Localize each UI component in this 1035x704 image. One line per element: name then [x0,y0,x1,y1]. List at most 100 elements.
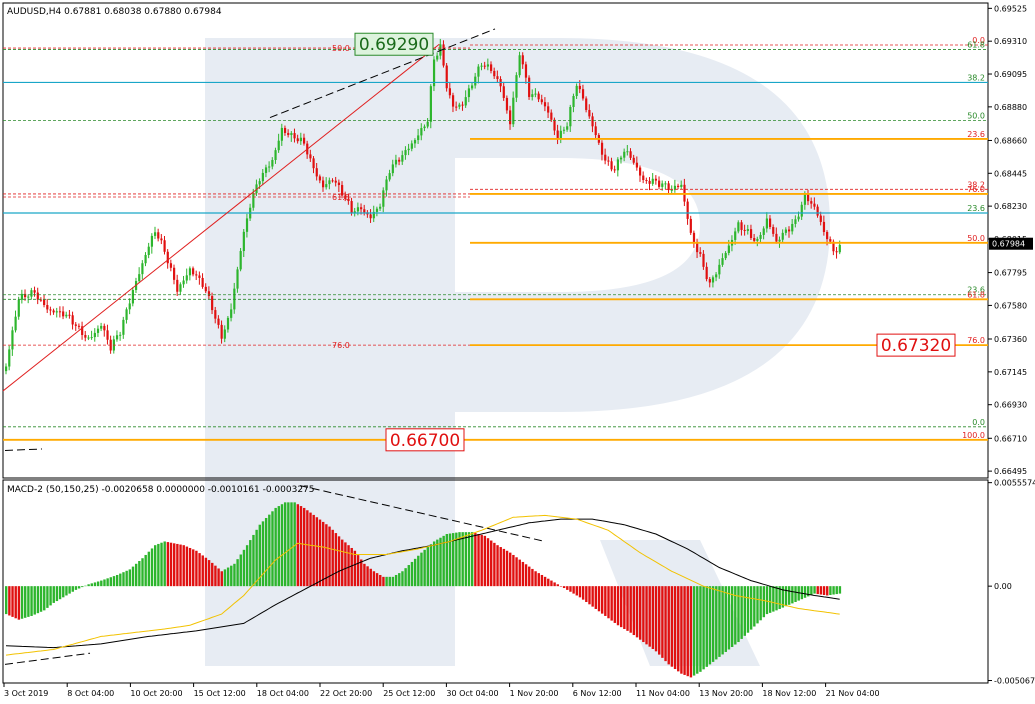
macd-bar [74,586,78,590]
x-tick-label: 30 Oct 04:00 [446,689,498,698]
macd-bar [404,568,407,587]
macd-bar [575,586,578,596]
candle-body [299,137,303,142]
candle-body [407,148,410,151]
candle-body [490,64,493,71]
macd-bar [410,561,414,587]
candle-body [493,70,496,77]
candle-body [470,85,474,89]
candle-body [575,85,578,97]
candle-body [182,280,185,285]
macd-bar [36,586,40,614]
macd-bar [496,545,499,587]
candle-body [93,332,96,338]
macd-bar [173,543,176,587]
macd-bar [299,506,303,587]
macd-bar [566,586,569,590]
trading-chart[interactable]: 50.061.876.00.061.838.250.023.638.276.02… [0,0,1035,704]
macd-bar [645,586,648,645]
macd-bar [753,586,756,627]
macd-bar [128,569,132,587]
y-tick-label: 0.66495 [994,467,1027,476]
candle-body [239,251,242,270]
candle-body [521,55,524,65]
macd-bar [626,586,629,631]
candle-body [474,76,477,86]
symbol-info: AUDUSD,H4 0.67881 0.68038 0.67880 0.6798… [7,7,222,17]
macd-bar [138,561,141,587]
candle-body [185,275,188,281]
candle-body [791,223,794,232]
candle-body [547,106,550,113]
price-label-text: 0.66700 [390,431,460,451]
candle-body [819,215,822,222]
candle-body [385,179,388,191]
candle-body [360,207,363,210]
x-tick-label: 25 Oct 12:00 [383,689,435,698]
macd-bar [223,569,227,587]
macd-bar [109,577,113,587]
macd-bar [233,563,236,587]
macd-bar [52,586,55,603]
candle-body [540,99,543,103]
price-label-text: 0.67320 [881,336,951,356]
macd-bar [477,534,480,587]
macd-bar [711,586,715,662]
macd-bar [604,586,607,616]
candle-body [214,310,217,319]
candle-body [404,150,407,156]
candle-body [461,104,464,106]
candle-body [382,190,385,207]
x-tick-label: 6 Nov 12:00 [573,689,622,698]
macd-bar [737,586,740,643]
candle-body [505,97,509,111]
candle-body [179,284,182,292]
macd-bar [797,586,800,601]
candle-body [261,172,264,182]
macd-bar [486,538,490,587]
macd-bar [521,561,525,587]
macd-bar [84,585,87,587]
macd-bar [619,586,623,628]
macd-bar [743,586,747,636]
macd-bar [81,586,84,588]
macd-bar [600,586,604,614]
candle-body [52,310,55,313]
candle-body [658,180,661,187]
fibo-level-label: 100.0 [962,431,985,440]
macd-bar [239,554,242,587]
macd-bar [654,586,658,652]
macd-bar [686,586,689,677]
candle-body [160,238,163,241]
candle-body [27,296,30,298]
macd-bar [531,568,534,587]
candle-body [661,183,664,187]
macd-bar [344,542,347,587]
macd-label: MACD-2 (50,150,25) -0.0020658 0.0000000 … [7,485,315,495]
macd-bar [87,584,90,587]
macd-bar [211,562,214,587]
candle-body [122,319,125,335]
macd-bar [417,555,420,587]
price-label-text: 0.69290 [359,35,429,55]
macd-bar [163,541,166,587]
candle-body [829,239,832,242]
macd-bar [188,547,192,587]
candle-body [337,182,341,186]
candle-body [778,239,781,242]
candle-body [451,95,455,107]
macd-bar [426,547,430,587]
macd-bar [813,586,816,594]
macd-bar [677,586,680,672]
candle-body [131,290,134,304]
macd-bar [505,550,509,587]
macd-bar [420,552,423,587]
macd-bar [153,545,157,587]
macd-bar [293,502,296,587]
candle-body [838,244,841,253]
candle-body [11,330,14,350]
macd-bar [11,586,14,617]
macd-bar [363,563,366,587]
candle-body [581,89,585,99]
macd-bar [90,583,93,587]
